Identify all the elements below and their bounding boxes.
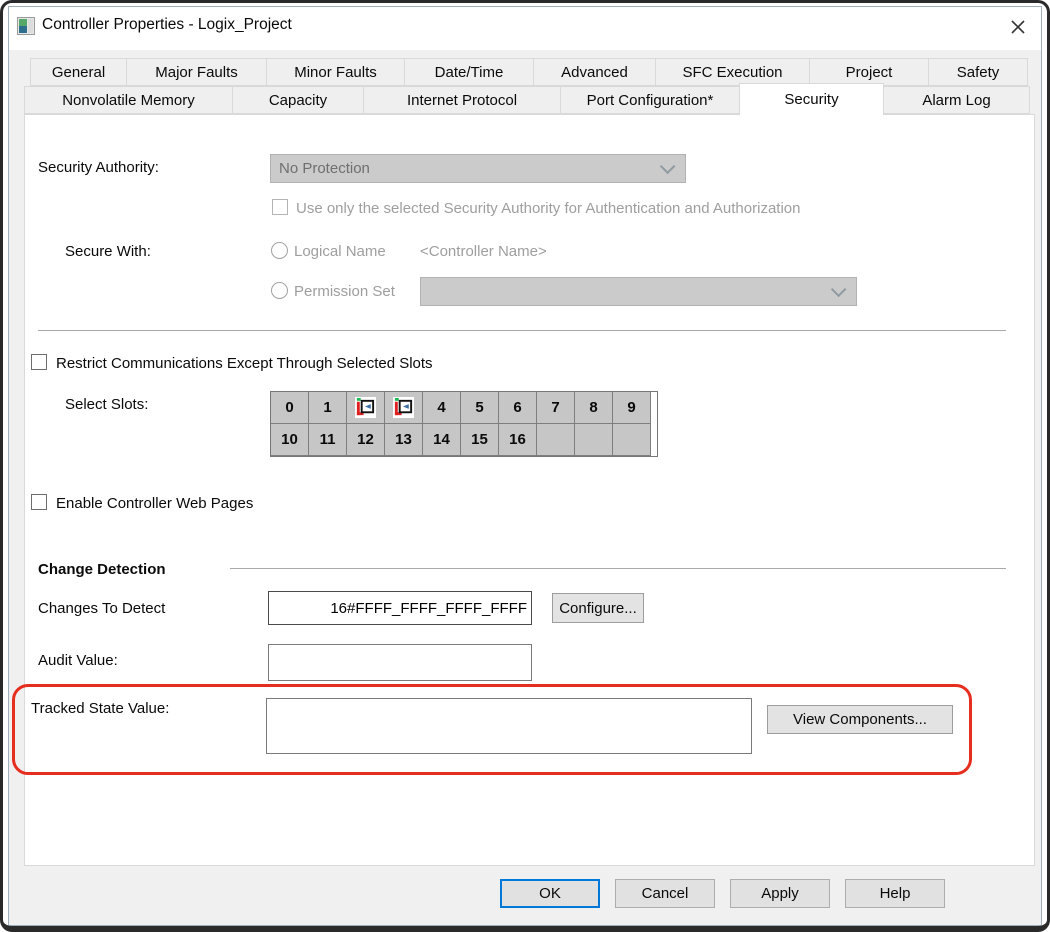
slot-5[interactable]: 5 (461, 392, 499, 424)
tab-general[interactable]: General (30, 58, 127, 86)
tab-sfc-execution[interactable]: SFC Execution (655, 58, 810, 86)
ok-button-label: OK (539, 885, 561, 902)
tab-label: Minor Faults (294, 64, 377, 81)
permission-set-label: Permission Set (294, 283, 395, 300)
tab-row-1: General Major Faults Minor Faults Date/T… (30, 58, 1028, 86)
logical-name-label: Logical Name (294, 243, 386, 260)
slot-14[interactable]: 14 (423, 424, 461, 456)
changes-to-detect-input[interactable] (268, 591, 532, 625)
tab-minor-faults[interactable]: Minor Faults (266, 58, 405, 86)
tab-date-time[interactable]: Date/Time (404, 58, 534, 86)
slot-empty (575, 424, 613, 456)
controller-module-icon (355, 397, 376, 418)
tab-capacity[interactable]: Capacity (232, 86, 364, 114)
slot-12[interactable]: 12 (347, 424, 385, 456)
enable-web-pages-label: Enable Controller Web Pages (56, 495, 253, 512)
tracked-state-value-label: Tracked State Value: (31, 700, 169, 717)
select-slots-grid: 0 1 (270, 391, 658, 457)
controller-properties-dialog: Controller Properties - Logix_Project Ge… (0, 0, 1050, 932)
window-title: Controller Properties - Logix_Project (42, 16, 292, 34)
slot-empty (613, 424, 651, 456)
configure-button[interactable]: Configure... (552, 593, 644, 623)
tab-label: Nonvolatile Memory (62, 92, 195, 109)
use-only-authority-checkbox[interactable] (272, 199, 288, 215)
enable-web-pages-checkbox[interactable] (31, 494, 47, 510)
tab-label: Security (784, 91, 838, 108)
help-button[interactable]: Help (845, 879, 945, 908)
controller-module-icon (393, 397, 414, 418)
change-detection-header: Change Detection (38, 561, 166, 578)
controller-properties-icon (17, 17, 35, 35)
cancel-button-label: Cancel (642, 885, 689, 902)
slot-1[interactable]: 1 (309, 392, 347, 424)
tab-safety[interactable]: Safety (928, 58, 1028, 86)
apply-button[interactable]: Apply (730, 879, 830, 908)
chevron-down-icon (660, 159, 676, 175)
audit-value-input[interactable] (268, 644, 532, 681)
slot-9[interactable]: 9 (613, 392, 651, 424)
help-button-label: Help (880, 885, 911, 902)
slot-13[interactable]: 13 (385, 424, 423, 456)
restrict-communications-checkbox[interactable] (31, 354, 47, 370)
tab-label: Project (846, 64, 893, 81)
tab-row-2: Nonvolatile Memory Capacity Internet Pro… (24, 86, 1030, 114)
slots-cells: 0 1 (271, 392, 651, 456)
slots-grid-gutter (651, 392, 657, 456)
tab-label: Alarm Log (922, 92, 990, 109)
slot-8[interactable]: 8 (575, 392, 613, 424)
close-icon[interactable] (1004, 13, 1032, 41)
slot-empty (537, 424, 575, 456)
ok-button[interactable]: OK (500, 879, 600, 908)
configure-button-label: Configure... (559, 600, 637, 617)
tab-security[interactable]: Security (739, 83, 884, 115)
restrict-communications-label: Restrict Communications Except Through S… (56, 355, 433, 372)
tab-label: Date/Time (435, 64, 504, 81)
changes-to-detect-label: Changes To Detect (38, 600, 165, 617)
slot-16[interactable]: 16 (499, 424, 537, 456)
security-authority-label: Security Authority: (38, 159, 159, 176)
tab-label: Port Configuration* (587, 92, 714, 109)
secure-with-label: Secure With: (65, 243, 151, 260)
slot-11[interactable]: 11 (309, 424, 347, 456)
slot-2[interactable] (347, 392, 385, 424)
section-divider (38, 330, 1006, 331)
change-detection-divider (230, 568, 1006, 569)
logical-name-radio[interactable] (271, 242, 288, 259)
slot-3[interactable] (385, 392, 423, 424)
tab-label: SFC Execution (682, 64, 782, 81)
slot-0[interactable]: 0 (271, 392, 309, 424)
select-slots-label: Select Slots: (65, 396, 148, 413)
tab-project[interactable]: Project (809, 58, 929, 86)
tab-label: Safety (957, 64, 1000, 81)
view-components-button[interactable]: View Components... (767, 705, 953, 734)
tab-label: Advanced (561, 64, 628, 81)
tab-port-configuration[interactable]: Port Configuration* (560, 86, 740, 114)
slot-6[interactable]: 6 (499, 392, 537, 424)
tab-internet-protocol[interactable]: Internet Protocol (363, 86, 561, 114)
tab-advanced[interactable]: Advanced (533, 58, 656, 86)
slot-15[interactable]: 15 (461, 424, 499, 456)
slot-10[interactable]: 10 (271, 424, 309, 456)
cancel-button[interactable]: Cancel (615, 879, 715, 908)
use-only-authority-label: Use only the selected Security Authority… (296, 200, 800, 217)
tab-alarm-log[interactable]: Alarm Log (883, 86, 1030, 114)
tracked-state-value-input[interactable] (266, 698, 752, 754)
controller-name-placeholder: <Controller Name> (420, 243, 547, 260)
tab-label: General (52, 64, 105, 81)
tab-label: Capacity (269, 92, 327, 109)
view-components-button-label: View Components... (793, 711, 927, 728)
tab-nonvolatile-memory[interactable]: Nonvolatile Memory (24, 86, 233, 114)
tab-label: Internet Protocol (407, 92, 517, 109)
permission-set-dropdown[interactable] (420, 277, 857, 306)
apply-button-label: Apply (761, 885, 799, 902)
permission-set-radio[interactable] (271, 282, 288, 299)
slot-4[interactable]: 4 (423, 392, 461, 424)
security-authority-value: No Protection (279, 160, 370, 177)
chevron-down-icon (831, 282, 847, 298)
tab-major-faults[interactable]: Major Faults (126, 58, 267, 86)
slot-7[interactable]: 7 (537, 392, 575, 424)
security-authority-dropdown[interactable]: No Protection (270, 154, 686, 183)
tab-label: Major Faults (155, 64, 238, 81)
audit-value-label: Audit Value: (38, 652, 118, 669)
